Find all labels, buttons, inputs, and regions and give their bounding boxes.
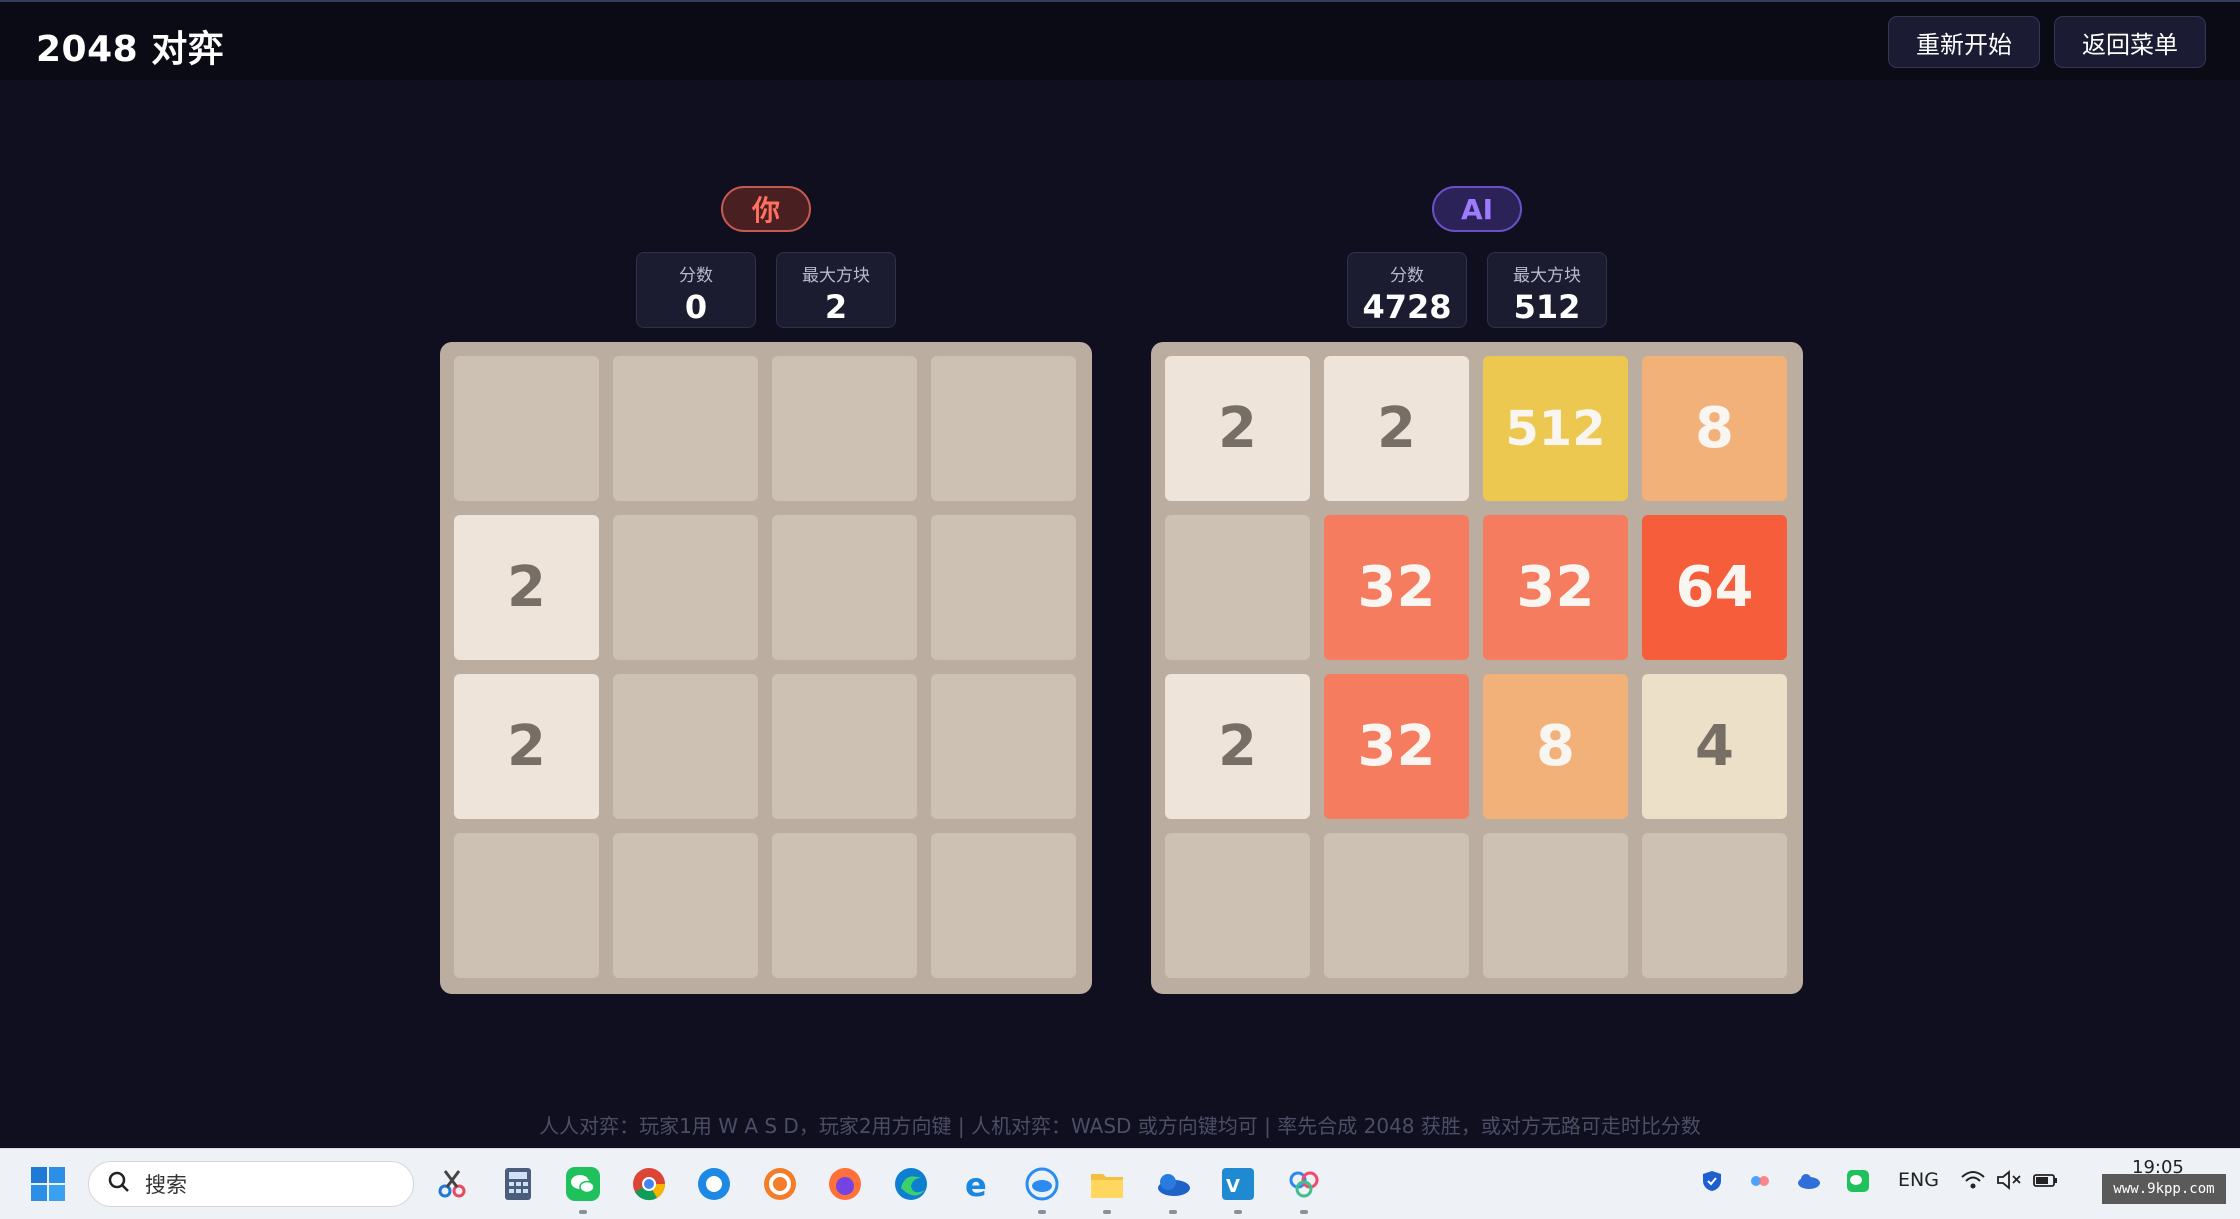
tile-2: 2 [1324, 356, 1469, 501]
empty-cell [772, 833, 917, 978]
search-placeholder: 搜索 [145, 1173, 187, 1197]
snipping-tool-icon[interactable] [432, 1164, 472, 1204]
ai-score-card: 分数 4728 [1347, 252, 1467, 328]
watermark: www.9kpp.com [2102, 1174, 2226, 1204]
windows-start-icon[interactable] [28, 1164, 68, 1204]
wifi-icon[interactable] [1960, 1169, 1986, 1196]
you-score-card: 分数 0 [636, 252, 756, 328]
ai-score-label: 分数 [1390, 266, 1424, 286]
empty-cell [454, 833, 599, 978]
app-header: 2048 对弈 重新开始 返回菜单 [0, 0, 2240, 80]
player-you-badge: 你 [721, 186, 811, 232]
baidu-netdisk-icon[interactable] [1284, 1164, 1324, 1214]
firefox-icon[interactable] [825, 1164, 865, 1204]
tile-4: 4 [1642, 674, 1787, 819]
empty-cell [931, 833, 1076, 978]
ai-max-tile-label: 最大方块 [1513, 266, 1581, 286]
running-indicator [1037, 1210, 1046, 1214]
tile-64: 64 [1642, 515, 1787, 660]
ai-score-value: 4728 [1362, 288, 1452, 326]
chrome-icon[interactable] [629, 1164, 669, 1204]
player-ai-panel: AI 分数 4728 最大方块 512 2 2 512 8 32 32 64 2 32 8 4 [1151, 186, 1803, 994]
you-max-tile-card: 最大方块 2 [776, 252, 896, 328]
empty-cell [613, 833, 758, 978]
empty-cell [1165, 833, 1310, 978]
empty-cell [931, 356, 1076, 501]
empty-cell [931, 515, 1076, 660]
wechat-tray-icon[interactable] [1846, 1169, 1870, 1198]
running-indicator [1234, 1210, 1242, 1214]
running-indicator [579, 1210, 587, 1214]
netdisk-tray-icon[interactable] [1748, 1169, 1772, 1198]
input-language-indicator[interactable]: ENG [1898, 1169, 1939, 1191]
browser-icon[interactable] [694, 1164, 734, 1204]
player-ai-badge: AI [1432, 186, 1522, 232]
tile-2: 2 [454, 515, 599, 660]
tile-2: 2 [1165, 356, 1310, 501]
security-tray-icon[interactable] [1700, 1169, 1724, 1198]
tile-2: 2 [1165, 674, 1310, 819]
tile-2: 2 [454, 674, 599, 819]
restart-button[interactable]: 重新开始 [1888, 16, 2040, 68]
svg-text:e: e [965, 1166, 987, 1202]
you-game-board[interactable]: 22 [440, 342, 1092, 994]
empty-cell [772, 356, 917, 501]
you-score-value: 0 [684, 288, 708, 326]
running-indicator [1168, 1210, 1177, 1214]
volume-muted-icon[interactable] [1996, 1169, 2022, 1196]
tile-32: 32 [1324, 674, 1469, 819]
empty-cell [1165, 515, 1310, 660]
360-icon[interactable] [760, 1164, 800, 1204]
empty-cell [772, 674, 917, 819]
vscode-icon[interactable]: V [1218, 1164, 1258, 1214]
ie-icon[interactable]: e [956, 1164, 996, 1204]
tile-32: 32 [1483, 515, 1628, 660]
ai-max-tile-value: 512 [1513, 288, 1581, 326]
empty-cell [613, 356, 758, 501]
you-score-label: 分数 [679, 266, 713, 286]
taskbar-search-input[interactable]: 搜索 [88, 1161, 414, 1207]
empty-cell [613, 674, 758, 819]
calculator-icon[interactable] [498, 1164, 538, 1204]
you-max-tile-label: 最大方块 [802, 266, 870, 286]
cloud-app-icon[interactable] [1022, 1164, 1062, 1214]
edge-icon[interactable] [891, 1164, 931, 1204]
app-title: 2048 对弈 [36, 29, 225, 70]
file-explorer-icon[interactable] [1087, 1164, 1127, 1214]
svg-text:V: V [1226, 1176, 1240, 1197]
taskbar: 搜索 eV ENG 19:05 [0, 1148, 2240, 1219]
tile-32: 32 [1324, 515, 1469, 660]
empty-cell [613, 515, 758, 660]
empty-cell [1324, 833, 1469, 978]
empty-cell [772, 515, 917, 660]
running-indicator [1103, 1210, 1111, 1214]
tile-8: 8 [1642, 356, 1787, 501]
back-to-menu-button[interactable]: 返回菜单 [2054, 16, 2206, 68]
wechat-icon[interactable] [563, 1164, 603, 1214]
onedrive-tray-icon[interactable] [1796, 1169, 1822, 1198]
tile-512: 512 [1483, 356, 1628, 501]
player-you-panel: 你 分数 0 最大方块 2 22 [440, 186, 1092, 994]
empty-cell [931, 674, 1076, 819]
onedrive-icon[interactable] [1153, 1164, 1193, 1214]
ai-game-board: 2 2 512 8 32 32 64 2 32 8 4 [1151, 342, 1803, 994]
empty-cell [1483, 833, 1628, 978]
tile-8: 8 [1483, 674, 1628, 819]
battery-icon[interactable] [2032, 1169, 2060, 1196]
empty-cell [454, 356, 599, 501]
empty-cell [1642, 833, 1787, 978]
controls-hint: 人人对弈：玩家1用 W A S D，玩家2用方向键 | 人机对弈：WASD 或方… [539, 1114, 1701, 1138]
search-icon [107, 1170, 131, 1199]
ai-max-tile-card: 最大方块 512 [1487, 252, 1607, 328]
you-max-tile-value: 2 [824, 288, 848, 326]
running-indicator [1299, 1210, 1308, 1214]
